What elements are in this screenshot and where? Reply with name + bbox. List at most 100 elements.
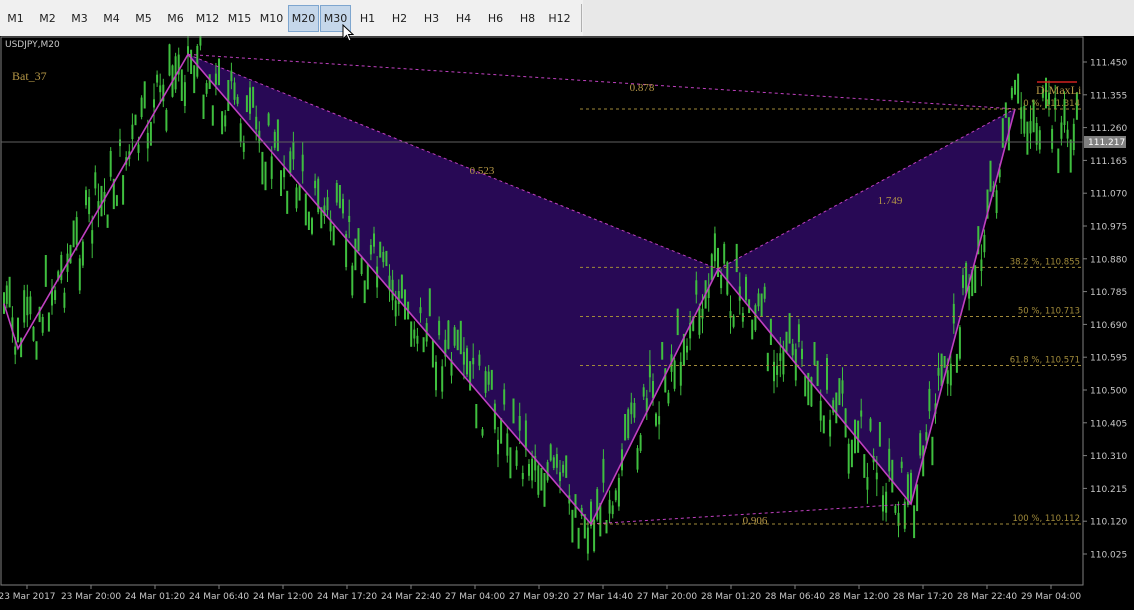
timeframe-button-h6[interactable]: H6 <box>480 5 511 32</box>
candle-body <box>565 455 568 478</box>
timeframe-button-m12[interactable]: M12 <box>192 5 223 32</box>
candle-body <box>394 300 397 317</box>
fib-level-label: 61.8 %, 110.571 <box>1010 355 1080 365</box>
candle-body <box>156 74 159 83</box>
fib-level-label: 0 %, 111.314 <box>1023 99 1080 109</box>
candle-body <box>1060 122 1063 139</box>
timeframe-button-m20[interactable]: M20 <box>288 4 319 32</box>
candle-body <box>946 370 949 384</box>
candle-body <box>925 432 928 441</box>
timeframe-button-m6[interactable]: M6 <box>160 5 191 32</box>
candle-body <box>363 280 366 304</box>
candle-body <box>512 398 515 424</box>
y-tick-label: 110.975 <box>1090 223 1127 233</box>
ratio-label: 0.906 <box>743 515 768 527</box>
candle-body <box>667 392 670 404</box>
candle-body <box>729 311 732 318</box>
candle-body <box>943 356 946 368</box>
ratio-label: 1.749 <box>878 195 903 207</box>
candle-body <box>360 257 363 274</box>
symbol-label: USDJPY,M20 <box>5 40 60 50</box>
timeframe-button-m3[interactable]: M3 <box>64 5 95 32</box>
candle-body <box>1001 118 1004 148</box>
current-price-label: 111.217 <box>1088 138 1125 148</box>
timeframe-button-m4[interactable]: M4 <box>96 5 127 32</box>
candle-body <box>577 527 580 549</box>
candle-body <box>1066 129 1069 139</box>
candle-body <box>940 353 943 386</box>
candle-body <box>506 433 509 456</box>
timeframe-button-h3[interactable]: H3 <box>416 5 447 32</box>
candle-body <box>54 290 57 300</box>
candle-body <box>153 99 155 108</box>
candle-body <box>1023 106 1026 134</box>
timeframe-button-h8[interactable]: H8 <box>512 5 543 32</box>
y-tick-label: 111.165 <box>1090 157 1127 167</box>
candle-body <box>596 489 599 520</box>
candle-body <box>69 245 72 264</box>
y-tick-label: 110.785 <box>1090 288 1127 298</box>
candle-body <box>373 233 375 247</box>
candle-body <box>779 353 782 361</box>
candle-body <box>900 461 903 469</box>
candle-body <box>301 154 304 172</box>
candle-body <box>369 245 372 255</box>
candle-body <box>509 447 512 479</box>
candle-body <box>466 348 468 375</box>
y-tick-label: 111.450 <box>1090 59 1127 69</box>
candle-body <box>307 211 310 230</box>
candle-body <box>119 139 121 147</box>
candle-body <box>841 380 844 394</box>
candle-body <box>497 439 499 455</box>
candle-body <box>431 340 434 368</box>
candle-body <box>385 250 388 267</box>
candle-body <box>636 448 639 470</box>
candle-body <box>1029 121 1032 134</box>
price-chart[interactable]: 0 %, 111.314 38.2 %, 110.855 50 %, 110.713… <box>0 36 1134 610</box>
candle-body <box>847 443 850 474</box>
timeframe-button-m2[interactable]: M2 <box>32 5 63 32</box>
candle-body <box>26 296 29 316</box>
candle-body <box>342 198 344 214</box>
candle-body <box>314 180 317 189</box>
timeframe-button-h1[interactable]: H1 <box>352 5 383 32</box>
candle-body <box>140 97 143 117</box>
candle-body <box>913 505 916 539</box>
candle-body <box>400 274 403 299</box>
timeframe-button-m1[interactable]: M1 <box>0 5 31 32</box>
candle-body <box>850 439 853 468</box>
candle-body <box>686 345 688 353</box>
candle-body <box>100 185 103 217</box>
candle-body <box>835 392 838 424</box>
candle-body <box>17 317 19 343</box>
candle-body <box>958 327 961 359</box>
candle-body <box>989 160 992 192</box>
x-tick-label: 28 Mar 17:20 <box>893 592 953 602</box>
fib-level-label: 38.2 %, 110.855 <box>1010 257 1080 267</box>
candle-body <box>91 230 94 244</box>
candle-body <box>537 465 540 495</box>
candle-body <box>766 352 769 372</box>
candle-body <box>617 477 620 507</box>
candle-body <box>910 472 912 502</box>
timeframe-toolbar: M1 M2 M3 M4 M5 M6 M12 M15 M10 M20 M30 H1 H2 H3 H4 H6 H8 H… <box>0 0 1134 37</box>
timeframe-button-m10[interactable]: M10 <box>256 5 287 32</box>
timeframe-button-h12[interactable]: H12 <box>544 5 575 32</box>
candle-body <box>453 327 456 346</box>
candle-body <box>1004 102 1007 118</box>
candle-body <box>928 388 931 412</box>
candle-body <box>903 501 906 529</box>
timeframe-button-m5[interactable]: M5 <box>128 5 159 32</box>
candle-body <box>826 358 828 390</box>
candle-body <box>741 313 744 322</box>
candle-body <box>955 353 958 373</box>
candle-body <box>701 308 704 319</box>
timeframe-button-h2[interactable]: H2 <box>384 5 415 32</box>
x-tick-label: 24 Mar 17:20 <box>317 592 377 602</box>
candle-body <box>283 167 286 178</box>
timeframe-button-m15[interactable]: M15 <box>224 5 255 32</box>
candle-body <box>633 403 636 418</box>
candle-body <box>745 276 747 301</box>
timeframe-button-h4[interactable]: H4 <box>448 5 479 32</box>
candle-body <box>757 293 760 307</box>
